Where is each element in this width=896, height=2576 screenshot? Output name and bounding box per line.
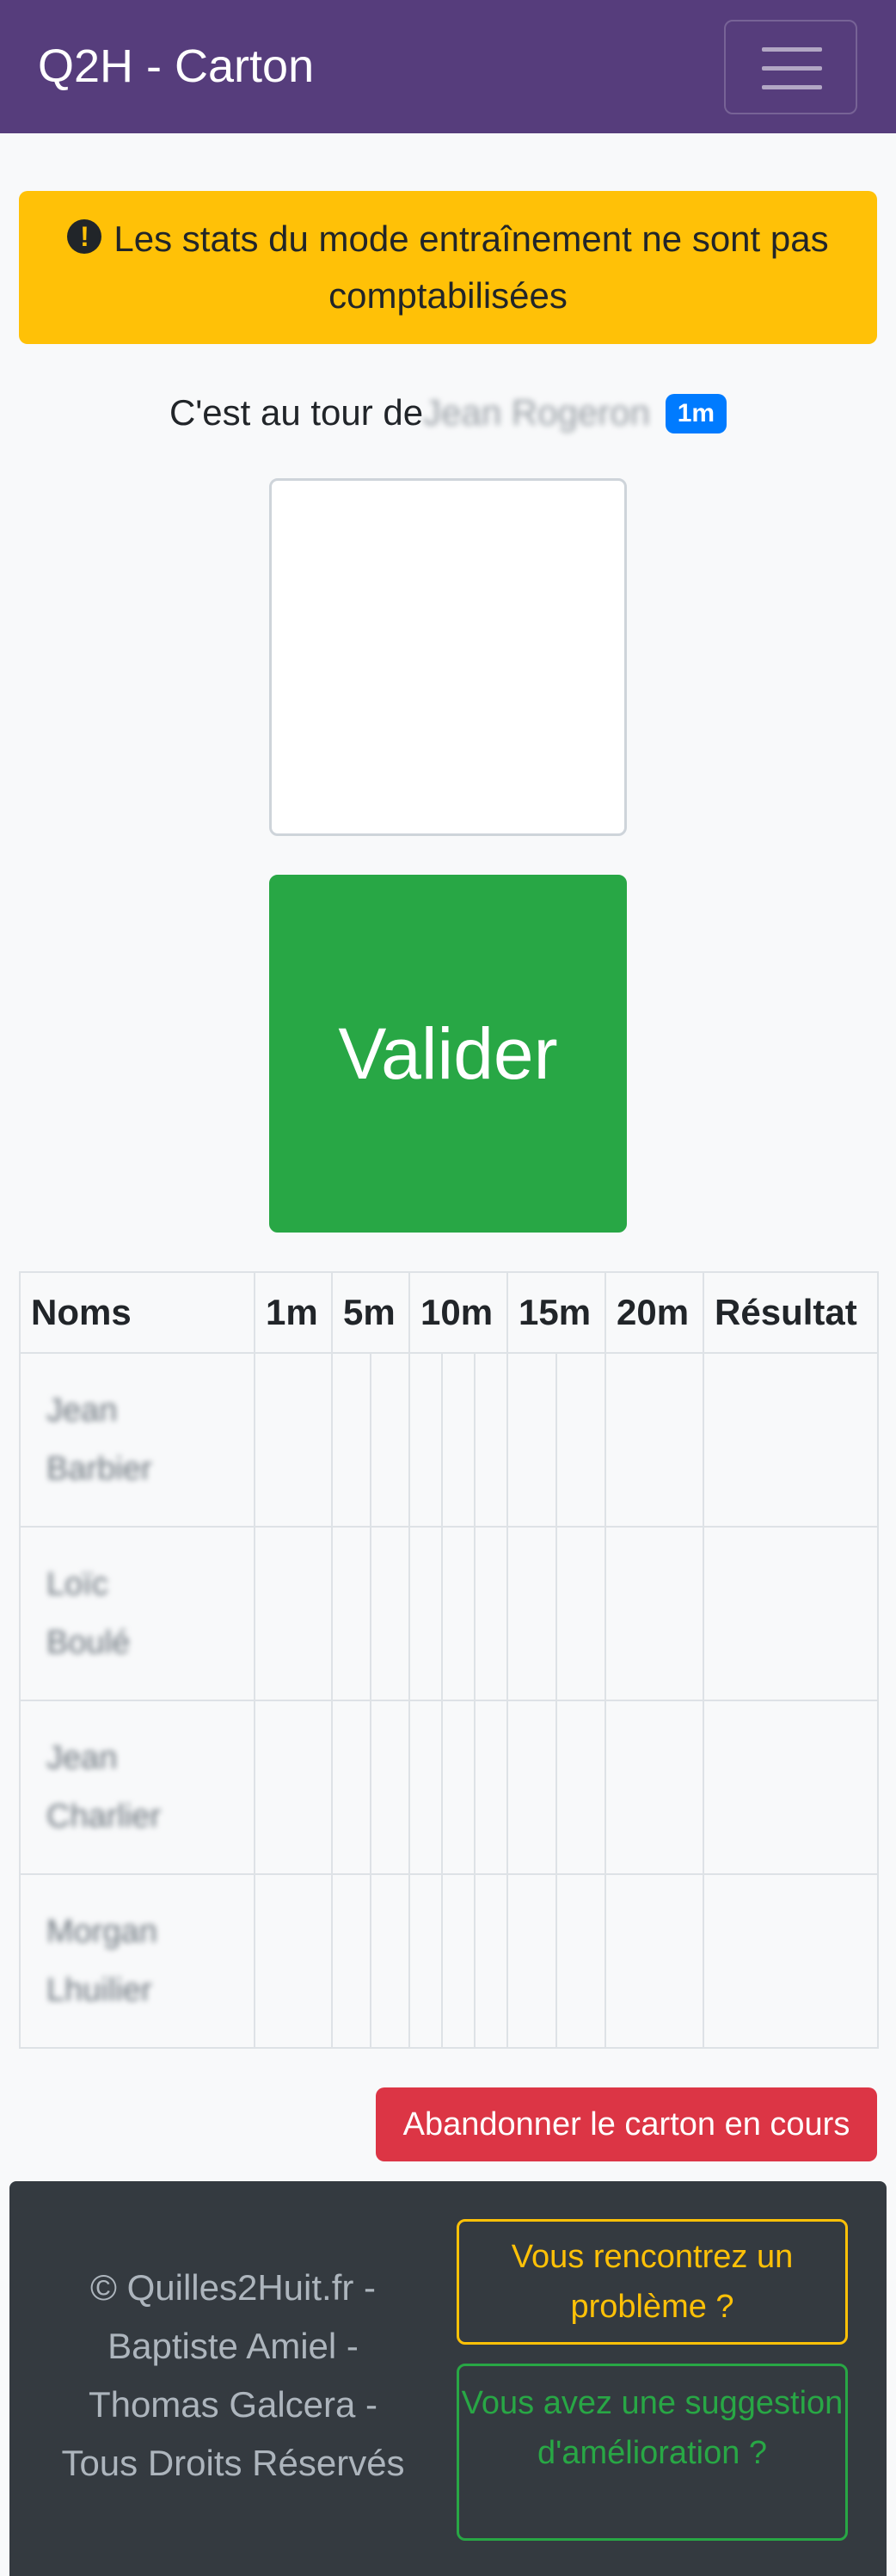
score-cell [331, 1352, 371, 1528]
player-name-cell: Jean Charlier [19, 1700, 255, 1875]
result-cell [703, 1873, 880, 2049]
score-cell [254, 1526, 333, 1701]
score-cell [474, 1526, 509, 1701]
score-cell [441, 1700, 476, 1875]
score-cell [441, 1873, 476, 2049]
training-mode-alert: ! Les stats du mode entraînement ne sont … [19, 191, 877, 344]
score-cell [474, 1700, 509, 1875]
score-cell [331, 1700, 371, 1875]
score-cell [555, 1352, 607, 1528]
score-cell [254, 1700, 333, 1875]
score-cell [441, 1352, 476, 1528]
top-navbar: Q2H - Carton [0, 0, 896, 133]
suggestion-button[interactable]: Vous avez une suggestion d'amélioration … [457, 2364, 848, 2541]
exclamation-circle-icon: ! [67, 219, 102, 254]
score-cell [555, 1526, 607, 1701]
score-cell [408, 1700, 444, 1875]
score-table: Noms 1m 5m 10m 15m 20m Résultat Jean Barb… [19, 1271, 880, 2049]
score-cell [474, 1873, 509, 2049]
score-cell [369, 1873, 411, 2049]
table-header-row: Noms 1m 5m 10m 15m 20m Résultat [19, 1271, 880, 1354]
table-row: Morgan Lhuilier [19, 1873, 880, 2049]
player-first-name: Jean [46, 1740, 118, 1776]
col-header-10m: 10m [408, 1271, 509, 1354]
score-cell [506, 1700, 558, 1875]
turn-indicator: C'est au tour deJean Rogeron 1m [0, 389, 896, 437]
hamburger-icon[interactable] [724, 20, 857, 114]
score-cell [408, 1873, 444, 2049]
alert-text: Les stats du mode entraînement ne sont p… [114, 218, 829, 316]
abandon-card-button[interactable]: Abandonner le carton en cours [376, 2087, 877, 2161]
col-header-20m: 20m [604, 1271, 705, 1354]
score-cell [441, 1526, 476, 1701]
score-cell [331, 1526, 371, 1701]
player-last-name: Boulé [46, 1625, 131, 1661]
score-cell [604, 1873, 705, 2049]
score-cell [254, 1873, 333, 2049]
score-cell [254, 1352, 333, 1528]
player-first-name: Loïc [46, 1566, 108, 1602]
player-last-name: Lhuilier [46, 1972, 152, 2008]
col-header-names: Noms [19, 1271, 255, 1354]
validate-button[interactable]: Valider [269, 875, 627, 1233]
col-header-1m: 1m [254, 1271, 333, 1354]
score-cell [474, 1352, 509, 1528]
score-cell [604, 1700, 705, 1875]
result-cell [703, 1700, 880, 1875]
player-name-cell: Jean Barbier [19, 1352, 255, 1528]
player-last-name: Barbier [46, 1451, 152, 1487]
copyright-line: Tous Droits Réservés [61, 2443, 405, 2483]
score-cell [604, 1352, 705, 1528]
player-name-cell: Loïc Boulé [19, 1526, 255, 1701]
result-cell [703, 1526, 880, 1701]
score-cell [408, 1526, 444, 1701]
score-cell [604, 1526, 705, 1701]
table-row: Loïc Boulé [19, 1526, 880, 1701]
turn-prefix: C'est au tour de [169, 392, 424, 433]
current-player-name: Jean Rogeron [423, 392, 651, 433]
table-row: Jean Charlier [19, 1700, 880, 1875]
page-footer: © Quilles2Huit.fr - Baptiste Amiel - Tho… [9, 2181, 887, 2576]
score-cell [506, 1873, 558, 2049]
score-cell [369, 1526, 411, 1701]
score-cell [506, 1352, 558, 1528]
score-cell [331, 1873, 371, 2049]
col-header-5m: 5m [330, 1271, 411, 1354]
player-last-name: Charlier [46, 1798, 162, 1835]
report-problem-button[interactable]: Vous rencontrez un problème ? [457, 2219, 848, 2345]
app-brand[interactable]: Q2H - Carton [38, 36, 314, 96]
player-first-name: Morgan [46, 1914, 157, 1950]
player-first-name: Jean [46, 1393, 118, 1429]
copyright-line: Baptiste Amiel - [107, 2326, 359, 2366]
score-cell [506, 1526, 558, 1701]
score-input-area[interactable] [269, 478, 627, 836]
score-cell [555, 1873, 607, 2049]
score-cell [408, 1352, 444, 1528]
copyright-line: Thomas Galcera - [88, 2384, 378, 2425]
col-header-15m: 15m [506, 1271, 607, 1354]
distance-badge: 1m [665, 394, 727, 433]
player-name-cell: Morgan Lhuilier [19, 1873, 255, 2049]
score-cell [369, 1700, 411, 1875]
result-cell [703, 1352, 880, 1528]
score-cell [555, 1700, 607, 1875]
score-cell [369, 1352, 411, 1528]
copyright-text: © Quilles2Huit.fr - Baptiste Amiel - Tho… [44, 2259, 422, 2493]
copyright-line: © Quilles2Huit.fr - [89, 2267, 377, 2308]
col-header-result: Résultat [703, 1271, 880, 1354]
table-row: Jean Barbier [19, 1352, 880, 1528]
